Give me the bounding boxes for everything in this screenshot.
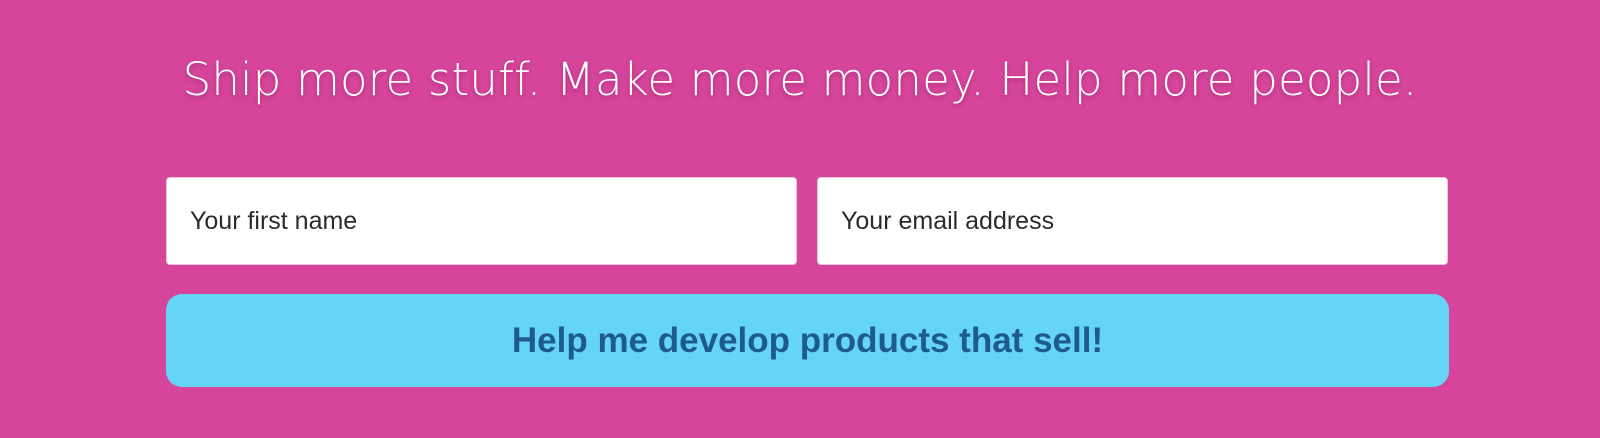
headline: Ship more stuff. Make more money. Help m… <box>182 53 1418 106</box>
submit-button[interactable]: Help me develop products that sell! <box>166 294 1449 387</box>
signup-section: Ship more stuff. Make more money. Help m… <box>0 0 1600 438</box>
first-name-input[interactable] <box>166 177 797 265</box>
email-input[interactable] <box>817 177 1448 265</box>
signup-form <box>166 177 1449 265</box>
